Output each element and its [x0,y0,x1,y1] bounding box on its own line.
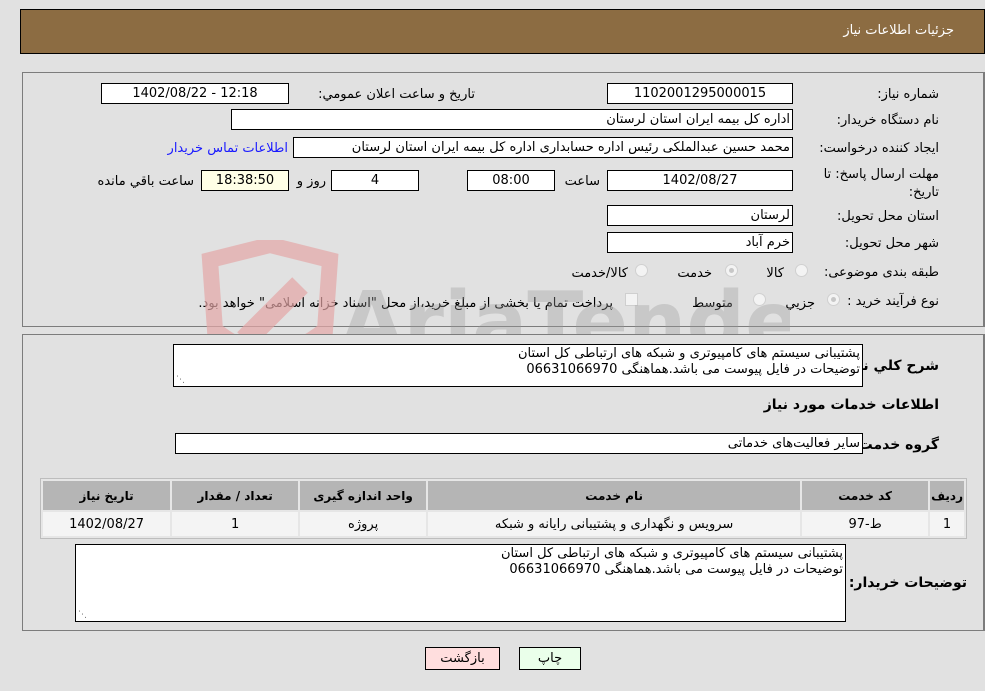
cell-service-name: سرویس و نگهداری و پشتیبانی رایانه و شبکه [428,512,801,536]
print-button[interactable]: چاپ [519,647,581,670]
table-row: 1 ط-97 سرویس و نگهداری و پشتیبانی رایانه… [43,512,964,536]
services-table: رديف کد خدمت نام خدمت واحد اندازه گیری ت… [40,478,967,539]
service-group-field: سایر فعالیت‌های خدماتی [175,433,863,454]
col-unit: واحد اندازه گیری [300,481,427,510]
col-need-date: تاریخ نیاز [43,481,171,510]
treasury-note: پرداخت تمام یا بخشی از مبلغ خرید،از محل … [198,296,613,311]
delivery-city-field: خرم آباد [607,232,793,253]
buyer-org-field: اداره کل بیمه ایران استان لرستان [231,109,793,130]
cell-unit: پروژه [300,512,427,536]
buyer-org-label: نام دستگاه خريدار: [836,113,939,128]
service-group-label: گروه خدمت: [853,437,939,453]
deadline-label: مهلت ارسال پاسخ: تا تاریخ: [823,167,939,200]
deadline-time-field: 08:00 [467,170,555,191]
requester-label: ایجاد کننده درخواست: [819,141,939,156]
time-remaining-field: 18:38:50 [201,170,289,191]
days-remaining-field: 4 [331,170,419,191]
buyer-notes-textarea[interactable]: پشتیبانی سیستم های کامپیوتری و شبکه های … [75,544,846,622]
col-service-code: کد خدمت [802,481,929,510]
col-row: رديف [930,481,964,510]
cell-row: 1 [930,512,964,536]
requester-field: محمد حسین عبدالملکی رئیس اداره حسابداری … [293,137,793,158]
services-section-title: اطلاعات خدمات مورد نیاز [763,397,939,413]
back-button[interactable]: بازگشت [425,647,500,670]
treasury-checkbox[interactable] [625,293,638,306]
description-line-1: پشتیبانی سیستم های کامپیوتری و شبکه های … [518,346,860,361]
need-number-field: 1102001295000015 [607,83,793,104]
category-goods-service-label: کالا/خدمت [571,266,628,281]
buyer-notes-line-2: توضیحات در فایل پیوست می باشد.هماهنگی 06… [509,562,843,577]
purchase-type-radio-medium[interactable] [753,293,766,306]
buyer-contact-link[interactable]: اطلاعات تماس خریدار [168,141,288,156]
cell-need-date: 1402/08/27 [43,512,171,536]
page-title: جزئیات اطلاعات نیاز [843,23,954,38]
col-service-name: نام خدمت [428,481,801,510]
resize-grip-icon[interactable]: ⋰ [77,610,87,620]
description-textarea[interactable]: پشتیبانی سیستم های کامپیوتری و شبکه های … [173,344,863,387]
category-radio-service[interactable] [725,264,738,277]
resize-grip-icon[interactable]: ⋰ [175,375,185,385]
category-label: طبقه بندی موضوعی: [823,265,939,280]
days-label: روز و [296,174,326,189]
category-service-label: خدمت [677,266,712,281]
cell-service-code: ط-97 [802,512,929,536]
category-radio-goods-service[interactable] [635,264,648,277]
page-header: جزئیات اطلاعات نیاز [20,9,985,54]
announce-datetime-field: 1402/08/22 - 12:18 [101,83,289,104]
deadline-date-field: 1402/08/27 [607,170,793,191]
deadline-time-label: ساعت [564,174,600,189]
buyer-notes-label: توضیحات خریدار: [848,575,967,591]
delivery-province-label: استان محل تحویل: [837,209,939,224]
announce-datetime-label: تاریخ و ساعت اعلان عمومي: [318,87,475,102]
description-line-2: توضیحات در فایل پیوست می باشد.هماهنگی 06… [526,362,860,377]
purchase-type-medium-label: متوسط [692,296,733,311]
time-remaining-label: ساعت باقي مانده [97,174,194,189]
cell-quantity: 1 [172,512,299,536]
table-header-row: رديف کد خدمت نام خدمت واحد اندازه گیری ت… [43,481,964,510]
purchase-type-label: نوع فرآیند خرید : [847,294,939,309]
col-quantity: تعداد / مقدار [172,481,299,510]
delivery-province-field: لرستان [607,205,793,226]
delivery-city-label: شهر محل تحویل: [844,236,939,251]
purchase-type-minor-label: جزيي [785,296,815,311]
buyer-notes-line-1: پشتیبانی سیستم های کامپیوتری و شبکه های … [501,546,843,561]
need-number-label: شماره نیاز: [877,87,939,102]
category-radio-goods[interactable] [795,264,808,277]
category-goods-label: کالا [766,266,784,281]
purchase-type-radio-minor[interactable] [827,293,840,306]
